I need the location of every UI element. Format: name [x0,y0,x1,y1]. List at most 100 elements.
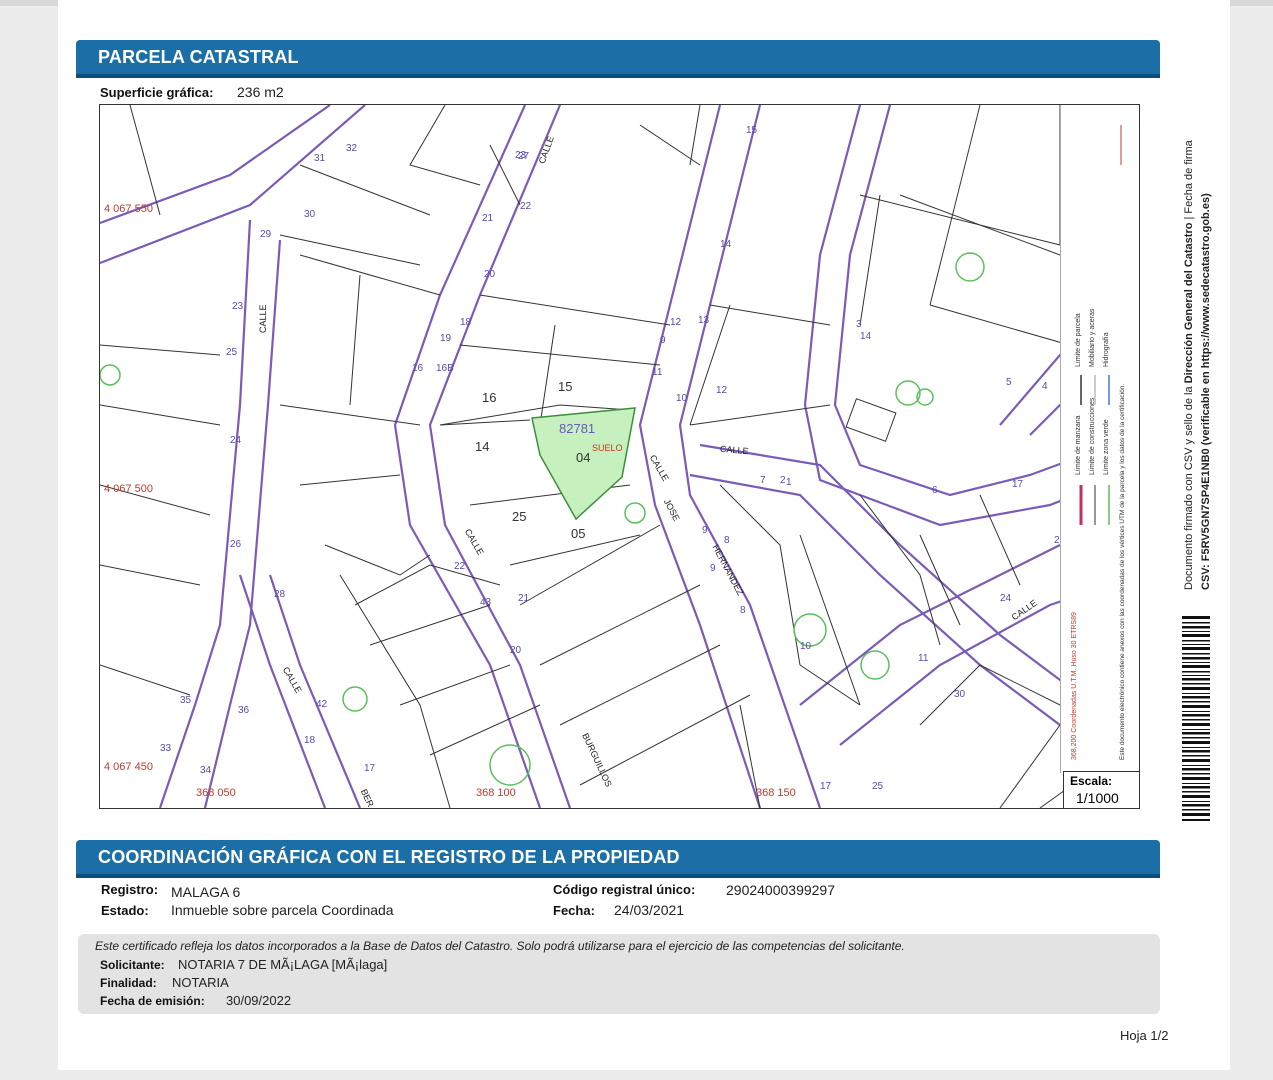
lot-label: 15 [558,379,573,394]
house-number: 26 [230,539,242,550]
house-number: 10 [676,393,688,404]
coord-label: 368 050 [196,787,236,799]
house-number: 11 [652,367,663,378]
disclaimer-text: Este certificado refleja los datos incor… [95,939,905,953]
house-number: 5 [1006,377,1012,388]
building-outline [845,398,897,442]
lot-label: 05 [571,526,586,541]
house-number: 17 [1012,479,1024,490]
house-number: 25 [226,347,238,358]
house-number: 24 [230,435,242,446]
coord-label: 4 067 550 [104,203,153,215]
estado-value: Inmueble sobre parcela Coordinada [171,902,394,918]
solicitante-value: NOTARIA 7 DE MÃ¡LAGA [MÃ¡laga] [178,957,388,972]
header-underline [76,874,1160,878]
house-number: 6 [932,485,938,496]
finalidad-label: Finalidad: [100,976,157,990]
house-number: 14 [720,239,732,250]
house-number: 18 [460,317,472,328]
estado-label: Estado: [101,903,149,918]
legend-item: Límite zona verde [1103,419,1110,475]
house-number: 10 [800,641,812,652]
certificate-footer: Este certificado refleja los datos incor… [78,934,1160,1014]
house-number: 21 [518,593,530,604]
house-number: 22 [454,561,466,572]
side-signature-text: Documento firmado con CSV y sello de la … [1183,140,1195,590]
house-number: 14 [860,331,872,342]
house-number: 17 [364,763,376,774]
parcel-ref: 82781 [559,421,596,436]
legend-item: Límite de manzana [1075,415,1082,475]
house-number: 43 [480,597,492,608]
house-number: 22 [520,201,532,212]
side-prefix: Documento firmado con CSV y sello de la [1183,386,1195,590]
house-number: 9 [660,335,666,346]
house-number: 13 [698,315,710,326]
surface-label: Superficie gráfica: [100,85,214,100]
house-number: 1 [786,477,792,488]
street-label: CALLE [258,304,268,333]
house-number: 17 [820,781,832,792]
legend-item: Límite de parcela [1075,313,1082,367]
house-number: 25 [872,781,884,792]
house-number: 16B [436,363,454,374]
side-suffix: | Fecha de firma [1183,140,1195,220]
house-number: 35 [180,695,192,706]
codigo-label: Código registral único: [553,882,696,897]
finalidad-value: NOTARIA [172,975,229,990]
house-number: 2 [780,475,786,486]
coord-label: 4 067 450 [104,761,153,773]
scale-box: Escala: 1/1000 [1063,771,1139,808]
house-number: 7 [760,475,766,486]
green-zones [100,252,985,786]
house-number: 16 [412,363,424,374]
house-number: 20 [484,269,496,280]
lot-label: 14 [475,439,490,454]
house-number: 19 [440,333,452,344]
house-number: 11 [918,653,929,664]
house-number: 34 [200,765,212,776]
solicitante-label: Solicitante: [100,958,165,972]
house-number: 28 [274,589,286,600]
legend-item: Límite de construcciones [1089,397,1096,475]
house-number: 42 [316,699,328,710]
house-number: 24 [1000,593,1012,604]
house-number: 36 [238,705,250,716]
legend-item: Hidrografía [1103,332,1110,367]
lot-label: 25 [512,509,527,524]
house-number: 32 [346,143,358,154]
house-number: 23 [515,150,527,161]
parcela-catastral-header: PARCELA CATASTRAL [76,40,1160,78]
house-number: 15 [746,125,758,136]
house-number: 20 [510,645,522,656]
scale-label: Escala: [1070,774,1113,788]
fecha-value: 24/03/2021 [614,902,685,918]
map-drawing [100,105,1139,808]
cadastral-map: 82781 SUELO 04 16 15 14 25 05 CALLE CALL… [99,104,1140,809]
fecha-label: Fecha: [553,903,595,918]
header-underline [76,74,1160,78]
coord-label: 368 150 [756,787,796,799]
house-number: 9 [710,563,716,574]
legend-item: Mobiliario y aceras [1089,308,1096,367]
coordinacion-header: COORDINACIÓN GRÁFICA CON EL REGISTRO DE … [76,840,1160,878]
house-number: 8 [724,535,730,546]
legend-coords: 368,200 Coordenadas U.T.M. Huso 30 ETRS8… [1071,612,1078,760]
house-number: 31 [314,153,326,164]
house-number: 30 [304,209,316,220]
house-number: 12 [670,317,682,328]
coord-label: 368 100 [476,787,516,799]
section-title: PARCELA CATASTRAL [98,47,299,67]
house-number: 9 [702,525,708,536]
side-bold: Dirección General del Catastro [1183,222,1195,384]
house-number: 30 [954,689,966,700]
registro-label: Registro: [101,882,159,897]
scale-value: 1/1000 [1076,790,1119,806]
house-number: 23 [232,301,244,312]
surface-value: 236 m2 [237,84,284,100]
parcel-number: 04 [576,450,591,465]
page-number: Hoja 1/2 [1120,1028,1169,1043]
map-legend: Límite de manzana Límite de parcela Lími… [1060,105,1139,773]
side-csv-text: CSV: F5RV5GN7SP4E1NB0 (verificable en ht… [1200,193,1212,590]
emision-label: Fecha de emisión: [100,994,205,1008]
